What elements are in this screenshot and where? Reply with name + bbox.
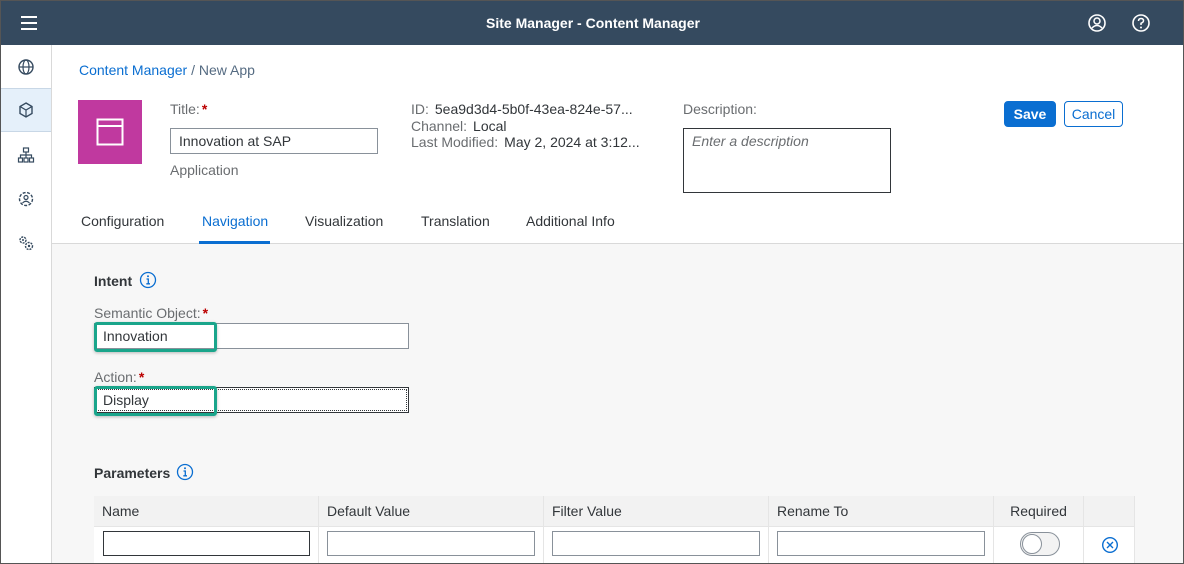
cancel-button[interactable]: Cancel	[1064, 101, 1123, 127]
parameter-filter-value-input[interactable]	[552, 531, 760, 556]
channel-value: Local	[473, 118, 507, 134]
tab-bar: Configuration Navigation Visualization T…	[52, 201, 1183, 244]
breadcrumb-current: New App	[198, 62, 255, 78]
parameters-table: Name Default Value Filter Value Rename T…	[94, 496, 1135, 563]
id-value: 5ea9d3d4-5b0f-43ea-824e-57...	[434, 101, 633, 117]
column-header-rename-to: Rename To	[769, 496, 994, 527]
semantic-object-label: Semantic Object: *	[94, 305, 209, 321]
intent-info-icon[interactable]	[139, 271, 157, 289]
app-tile	[78, 100, 142, 164]
app-type-label: Application	[170, 162, 239, 178]
breadcrumb-separator: /	[187, 62, 199, 78]
user-profile-icon[interactable]	[1086, 12, 1108, 34]
tab-additional-info[interactable]: Additional Info	[526, 213, 615, 229]
action-input[interactable]	[94, 387, 409, 413]
nav-role-settings-icon[interactable]	[1, 177, 51, 221]
side-navigation	[1, 45, 52, 563]
tab-configuration[interactable]: Configuration	[81, 213, 164, 229]
nav-settings-gears-icon[interactable]	[1, 221, 51, 265]
action-label: Action: *	[94, 369, 145, 385]
title-input[interactable]	[170, 128, 378, 154]
title-label: Title: *	[170, 101, 208, 117]
toggle-knob	[1022, 534, 1042, 554]
nav-content-manager-cube-icon[interactable]	[1, 88, 51, 132]
last-modified-row: Last Modified: May 2, 2024 at 3:12...	[411, 134, 640, 150]
semantic-object-input[interactable]	[94, 323, 409, 349]
column-header-actions	[1084, 496, 1135, 527]
description-label: Description:	[683, 101, 757, 117]
parameters-heading: Parameters	[94, 465, 171, 481]
column-header-required: Required	[994, 496, 1084, 527]
nav-sites-globe-icon[interactable]	[1, 45, 51, 89]
shell-bar: Site Manager - Content Manager	[1, 1, 1183, 45]
column-header-filter-value: Filter Value	[544, 496, 769, 527]
parameter-default-value-input[interactable]	[327, 531, 535, 556]
column-header-default-value: Default Value	[319, 496, 544, 527]
id-row: ID: 5ea9d3d4-5b0f-43ea-824e-57...	[411, 101, 633, 117]
tab-translation[interactable]: Translation	[421, 213, 490, 229]
table-cell	[544, 527, 769, 563]
table-cell	[769, 527, 994, 563]
app-window: Site Manager - Content Manager Content M…	[0, 0, 1184, 564]
last-modified-value: May 2, 2024 at 3:12...	[504, 134, 640, 150]
save-button[interactable]: Save	[1004, 101, 1056, 127]
channel-row: Channel: Local	[411, 118, 507, 134]
remove-row-icon[interactable]	[1101, 536, 1119, 554]
breadcrumb: Content Manager / New App	[79, 62, 255, 78]
description-textarea[interactable]: Enter a description	[683, 128, 891, 193]
parameters-info-icon[interactable]	[176, 463, 194, 481]
tab-visualization[interactable]: Visualization	[305, 213, 383, 229]
intent-heading: Intent	[94, 273, 133, 289]
application-window-icon	[96, 118, 124, 146]
required-toggle[interactable]	[1020, 532, 1060, 556]
nav-hierarchy-icon[interactable]	[1, 133, 51, 177]
shell-title: Site Manager - Content Manager	[486, 15, 700, 31]
breadcrumb-link-content-manager[interactable]: Content Manager	[79, 62, 187, 78]
help-icon[interactable]	[1130, 12, 1152, 34]
column-header-name: Name	[94, 496, 319, 527]
tab-navigation[interactable]: Navigation	[202, 213, 268, 229]
parameter-name-input[interactable]	[103, 531, 310, 556]
table-row	[94, 527, 319, 563]
parameter-rename-to-input[interactable]	[777, 531, 985, 556]
table-cell	[319, 527, 544, 563]
table-cell	[1084, 527, 1135, 563]
